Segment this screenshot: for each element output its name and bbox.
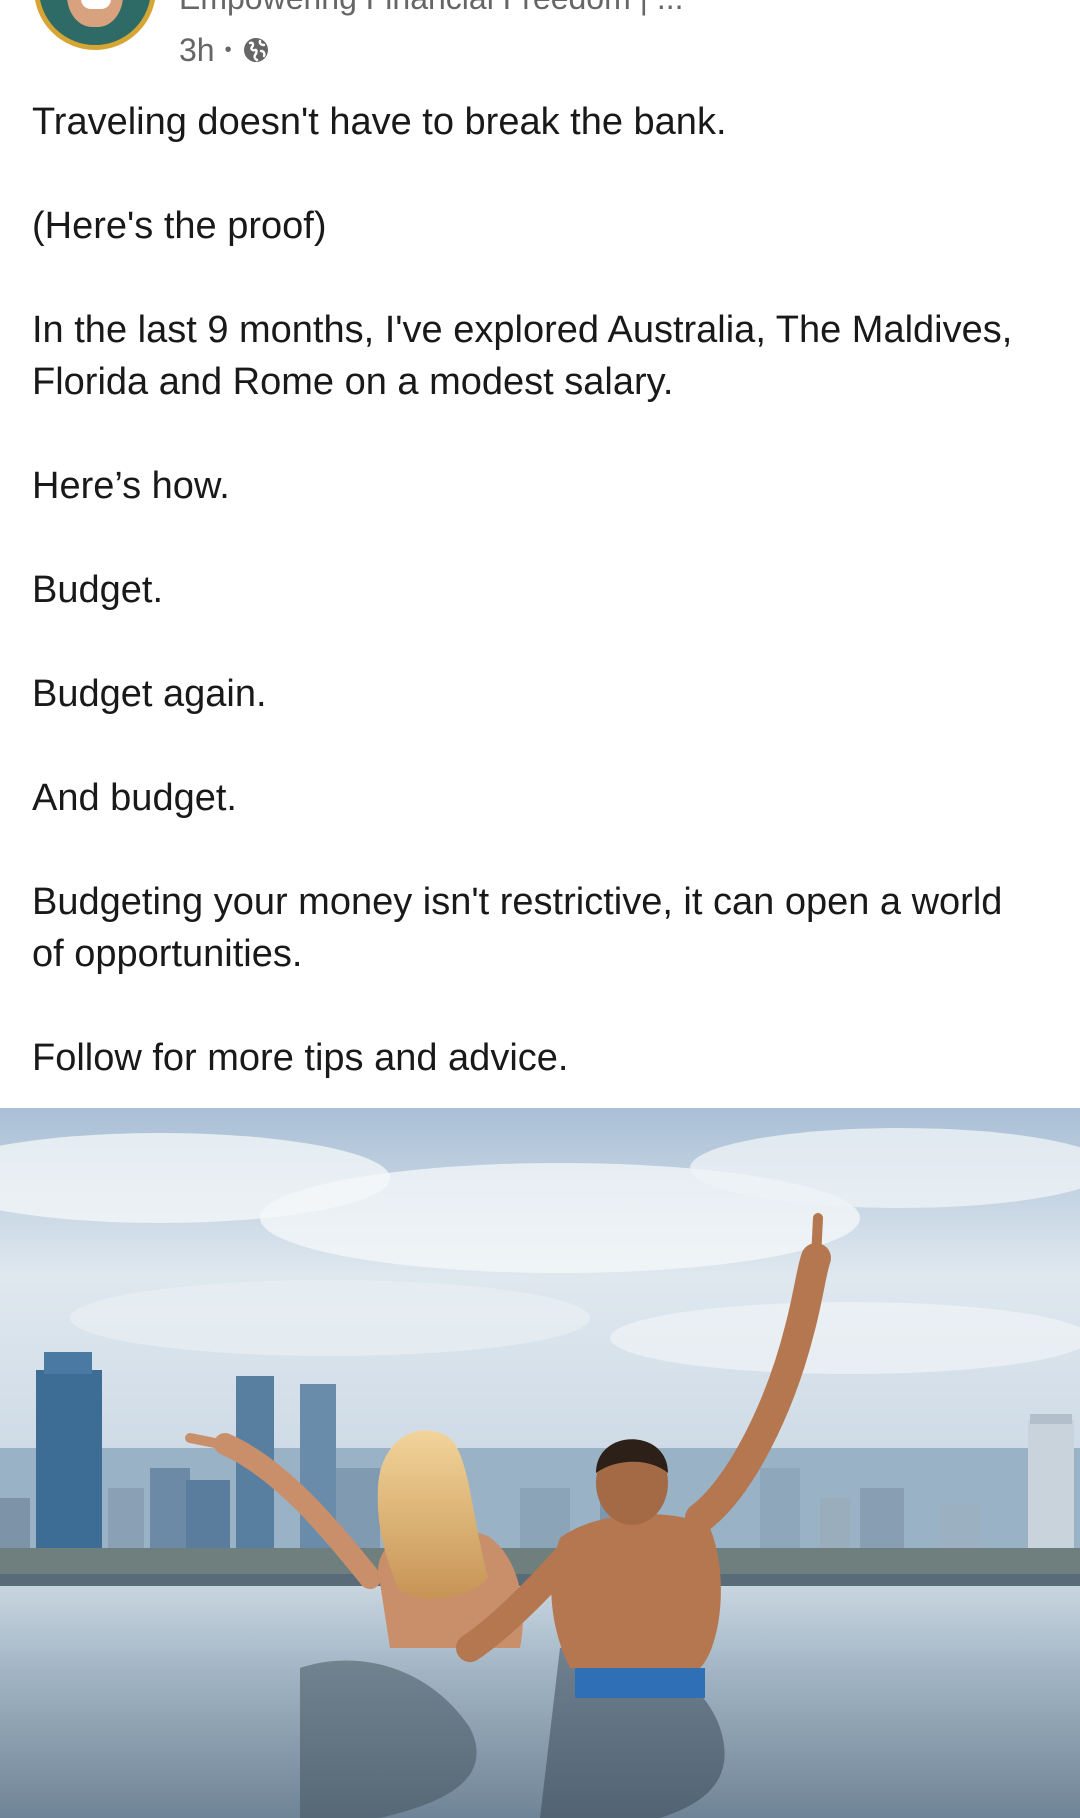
author-headline[interactable]: Empowering Financial Freedom | ... [179,0,684,16]
building [1030,1414,1072,1424]
post-paragraph: Budget again. [32,673,267,715]
man-shorts [575,1668,705,1698]
building [44,1352,92,1374]
post-body: Traveling doesn't have to break the bank… [32,96,1042,1084]
post-paragraph: Budget. [32,569,163,611]
post-paragraph: Budgeting your money isn't restrictive, … [32,881,1003,975]
post-header: Empowering Financial Freedom | ... 3h • [0,0,1080,90]
post-paragraph: Follow for more tips and advice. [32,1037,569,1079]
author-avatar[interactable] [34,0,156,50]
meta-separator: • [224,38,232,61]
post-paragraph: Traveling doesn't have to break the bank… [32,101,727,143]
post-time: 3h [179,31,215,68]
post-image[interactable] [0,1108,1080,1818]
post-meta: 3h • [179,30,270,70]
globe-icon [243,38,268,62]
building [108,1488,144,1558]
building [760,1468,800,1558]
post-paragraph: Here’s how. [32,465,230,507]
post-paragraph: In the last 9 months, I've explored Aust… [32,309,1013,403]
building [186,1480,230,1558]
cloud [610,1302,1080,1374]
building [150,1468,190,1558]
building [860,1488,904,1558]
building [36,1370,102,1550]
cloud [70,1280,590,1356]
infinity-pool-photo [0,1108,1080,1818]
building [1028,1420,1074,1558]
water [0,1586,1080,1818]
post-paragraph: (Here's the proof) [32,205,327,247]
post-paragraph: And budget. [32,777,237,819]
man-hand [811,1213,823,1263]
